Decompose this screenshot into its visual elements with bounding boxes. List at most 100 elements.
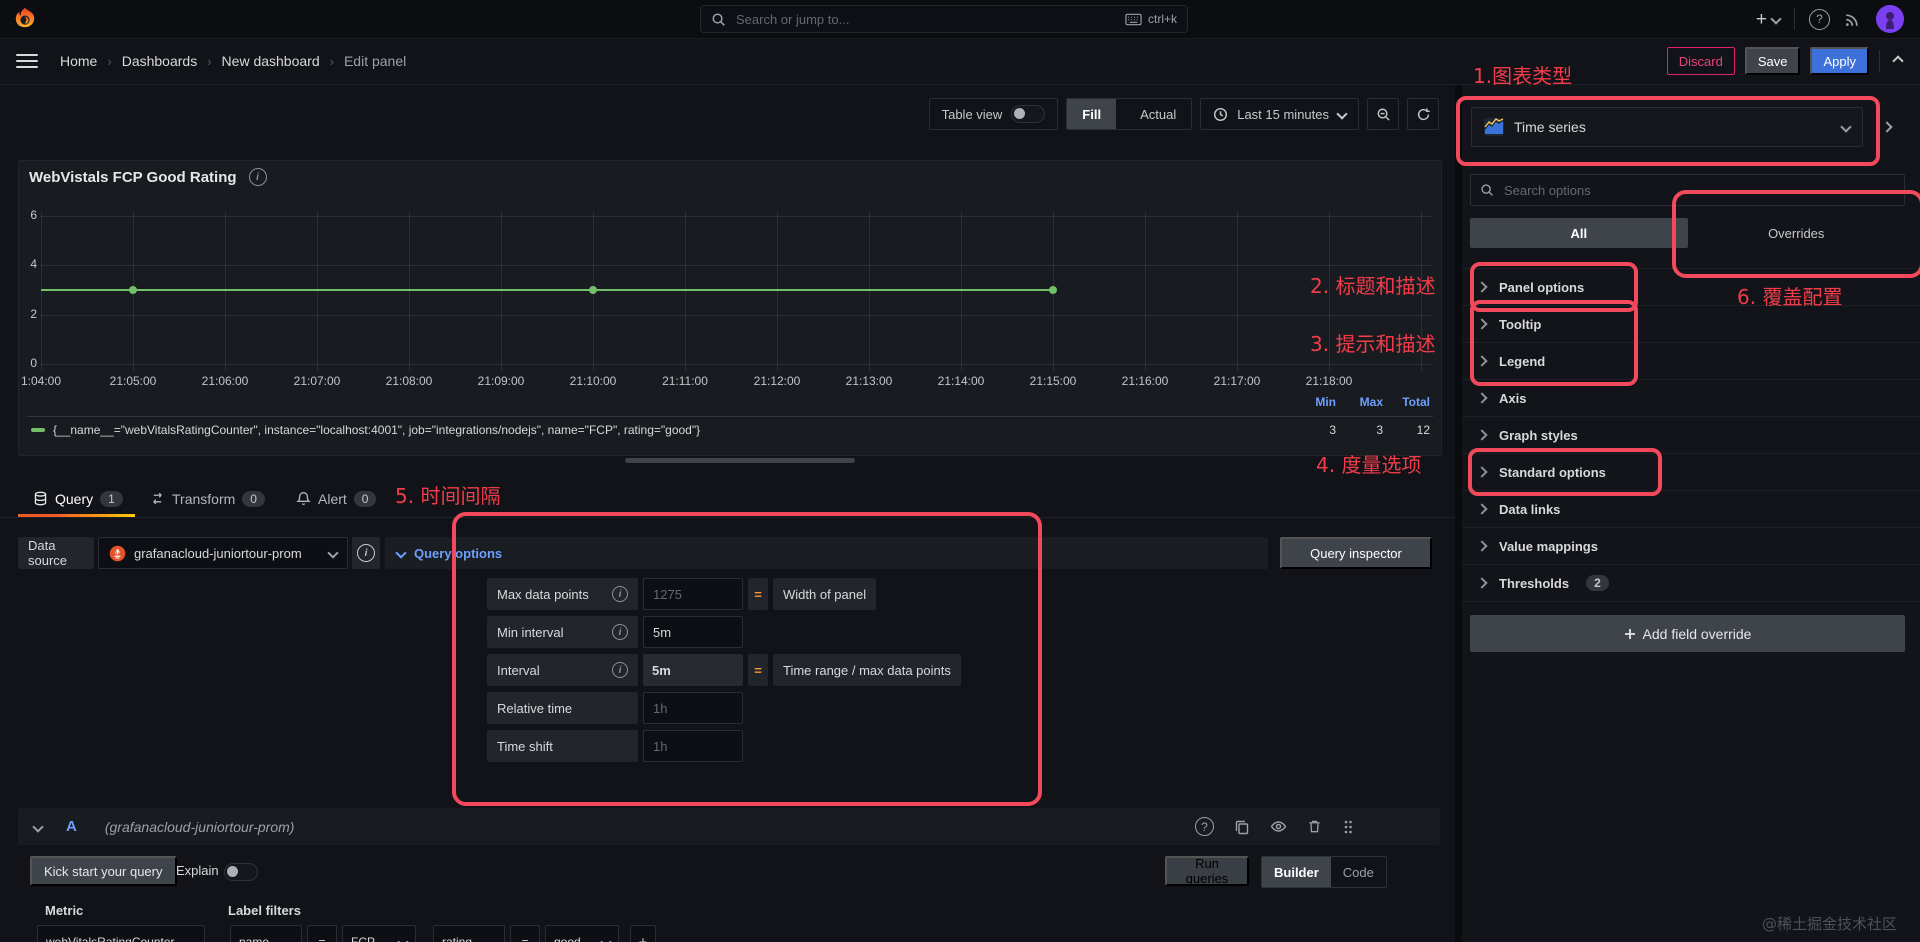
add-field-override-button[interactable]: Add field override xyxy=(1470,615,1905,652)
y-tick-0: 0 xyxy=(30,356,37,370)
info-icon[interactable]: i xyxy=(612,586,628,602)
tab-alert[interactable]: Alert 0 xyxy=(296,480,377,517)
time-shift-input[interactable] xyxy=(643,730,743,762)
min-interval-input[interactable] xyxy=(643,616,743,648)
open-viz-picker-button[interactable] xyxy=(1871,107,1903,147)
horizontal-scrollbar[interactable] xyxy=(625,458,855,463)
search-input[interactable] xyxy=(734,10,1117,28)
breadcrumb-separator: › xyxy=(107,53,112,69)
breadcrumb-edit-panel: Edit panel xyxy=(343,53,407,69)
datasource-picker[interactable]: grafanacloud-juniortour-prom xyxy=(98,537,348,569)
delete-query-icon[interactable] xyxy=(1307,819,1322,834)
annotation-chart-type: 1.图表类型 xyxy=(1473,64,1573,88)
query-ref-id: A xyxy=(66,818,77,835)
explain-toggle[interactable] xyxy=(224,863,258,881)
menu-hamburger-icon[interactable] xyxy=(16,50,38,72)
section-value-mappings[interactable]: Value mappings xyxy=(1462,528,1920,565)
filter2-value-select[interactable]: good xyxy=(545,925,619,942)
chevron-down-icon xyxy=(1770,13,1782,25)
panel-info-icon[interactable]: i xyxy=(248,168,267,186)
editor-tabs: Query 1 Transform 0 Alert 0 xyxy=(0,480,1455,518)
toggle-visibility-icon[interactable] xyxy=(1270,818,1287,835)
breadcrumb-new-dashboard[interactable]: New dashboard xyxy=(222,53,320,69)
bell-icon xyxy=(296,492,311,506)
collapse-query-icon[interactable] xyxy=(32,820,44,833)
table-view-label: Table view xyxy=(941,106,1003,122)
info-icon[interactable]: i xyxy=(612,662,628,678)
query-help-button[interactable]: ? xyxy=(1195,817,1214,836)
section-legend[interactable]: Legend xyxy=(1462,343,1920,380)
section-tooltip[interactable]: Tooltip xyxy=(1462,306,1920,343)
options-search-input[interactable] xyxy=(1502,181,1895,199)
visualization-name: Time series xyxy=(1514,119,1586,135)
visualization-picker[interactable]: Time series xyxy=(1471,107,1863,147)
code-option[interactable]: Code xyxy=(1331,857,1386,887)
time-range-picker[interactable]: Last 15 minutes xyxy=(1200,98,1359,130)
save-button[interactable]: Save xyxy=(1744,47,1801,75)
filter2-op-select[interactable]: = xyxy=(510,925,540,942)
breadcrumb-separator: › xyxy=(329,53,334,69)
fill-option[interactable]: Fill xyxy=(1067,99,1117,129)
actual-option[interactable]: Actual xyxy=(1125,99,1191,129)
y-tick-2: 2 xyxy=(30,307,37,321)
refresh-button[interactable] xyxy=(1407,98,1439,130)
run-queries-button[interactable]: Run queries xyxy=(1165,856,1249,886)
table-view-toggle[interactable] xyxy=(1011,105,1046,123)
collapse-header-icon[interactable] xyxy=(1892,55,1904,67)
drag-handle-icon[interactable] xyxy=(1342,819,1354,835)
discard-button[interactable]: Discard xyxy=(1666,47,1735,75)
section-axis[interactable]: Axis xyxy=(1462,380,1920,417)
tab-query[interactable]: Query 1 xyxy=(33,480,123,517)
min-interval-row: Min interval i xyxy=(487,616,961,648)
section-data-links[interactable]: Data links xyxy=(1462,491,1920,528)
legend-divider xyxy=(27,416,1433,417)
section-panel-options[interactable]: Panel options xyxy=(1462,269,1920,306)
tab-transform[interactable]: Transform 0 xyxy=(150,480,265,517)
tab-all[interactable]: All xyxy=(1470,218,1688,248)
legend-col-max[interactable]: Max xyxy=(1336,395,1383,409)
label-filters-label: Label filters xyxy=(228,903,301,918)
query-row-A: A (grafanacloud-juniortour-prom) ? xyxy=(18,808,1440,845)
chevron-down-icon xyxy=(1840,121,1852,133)
global-search[interactable]: ctrl+k xyxy=(700,5,1188,33)
clock-icon xyxy=(1214,107,1228,121)
filter1-value-select[interactable]: FCP xyxy=(342,925,416,942)
pane-splitter[interactable] xyxy=(1455,84,1462,942)
news-rss-icon[interactable] xyxy=(1844,10,1862,28)
page-header: Home › Dashboards › New dashboard › Edit… xyxy=(0,38,1920,88)
section-standard-options[interactable]: Standard options xyxy=(1462,454,1920,491)
legend-col-total[interactable]: Total xyxy=(1383,395,1430,409)
filter1-key-select[interactable]: name xyxy=(230,925,302,942)
metric-select[interactable]: webVitalsRatingCounter xyxy=(37,925,205,942)
fill-actual-segmented: Fill Actual xyxy=(1066,98,1193,130)
apply-button[interactable]: Apply xyxy=(1810,47,1869,75)
keyboard-shortcut: ctrl+k xyxy=(1125,12,1177,26)
query-inspector-button[interactable]: Query inspector xyxy=(1280,537,1432,569)
filter2-key-select[interactable]: rating xyxy=(433,925,505,942)
legend-col-min[interactable]: Min xyxy=(1289,395,1336,409)
user-avatar[interactable] xyxy=(1876,5,1904,33)
section-thresholds[interactable]: Thresholds 2 xyxy=(1462,565,1920,602)
watermark: @稀土掘金技术社区 xyxy=(1762,915,1898,933)
filter1-op-select[interactable]: = xyxy=(307,925,337,942)
add-filter-button[interactable]: + xyxy=(630,925,656,942)
options-search[interactable] xyxy=(1470,174,1905,206)
breadcrumb-home[interactable]: Home xyxy=(60,53,97,69)
duplicate-query-icon[interactable] xyxy=(1234,819,1250,835)
builder-option[interactable]: Builder xyxy=(1262,857,1331,887)
query-options-header[interactable]: Query options xyxy=(385,537,1268,569)
query-options-fields: Max data points i = Width of panel Min i… xyxy=(487,578,961,768)
series-name[interactable]: {__name__="webVitalsRatingCounter", inst… xyxy=(53,423,700,437)
new-menu-button[interactable]: + xyxy=(1756,10,1782,29)
help-button[interactable]: ? xyxy=(1809,8,1830,30)
info-icon[interactable]: i xyxy=(612,624,628,640)
max-data-points-input[interactable] xyxy=(643,578,743,610)
zoom-out-button[interactable] xyxy=(1367,98,1399,130)
datasource-info-button[interactable]: i xyxy=(352,537,380,569)
kick-start-query-button[interactable]: Kick start your query xyxy=(30,856,177,886)
grafana-logo-icon[interactable] xyxy=(12,6,38,32)
tab-overrides[interactable]: Overrides xyxy=(1688,218,1906,248)
breadcrumb-dashboards[interactable]: Dashboards xyxy=(122,53,198,69)
section-graph-styles[interactable]: Graph styles xyxy=(1462,417,1920,454)
relative-time-input[interactable] xyxy=(643,692,743,724)
